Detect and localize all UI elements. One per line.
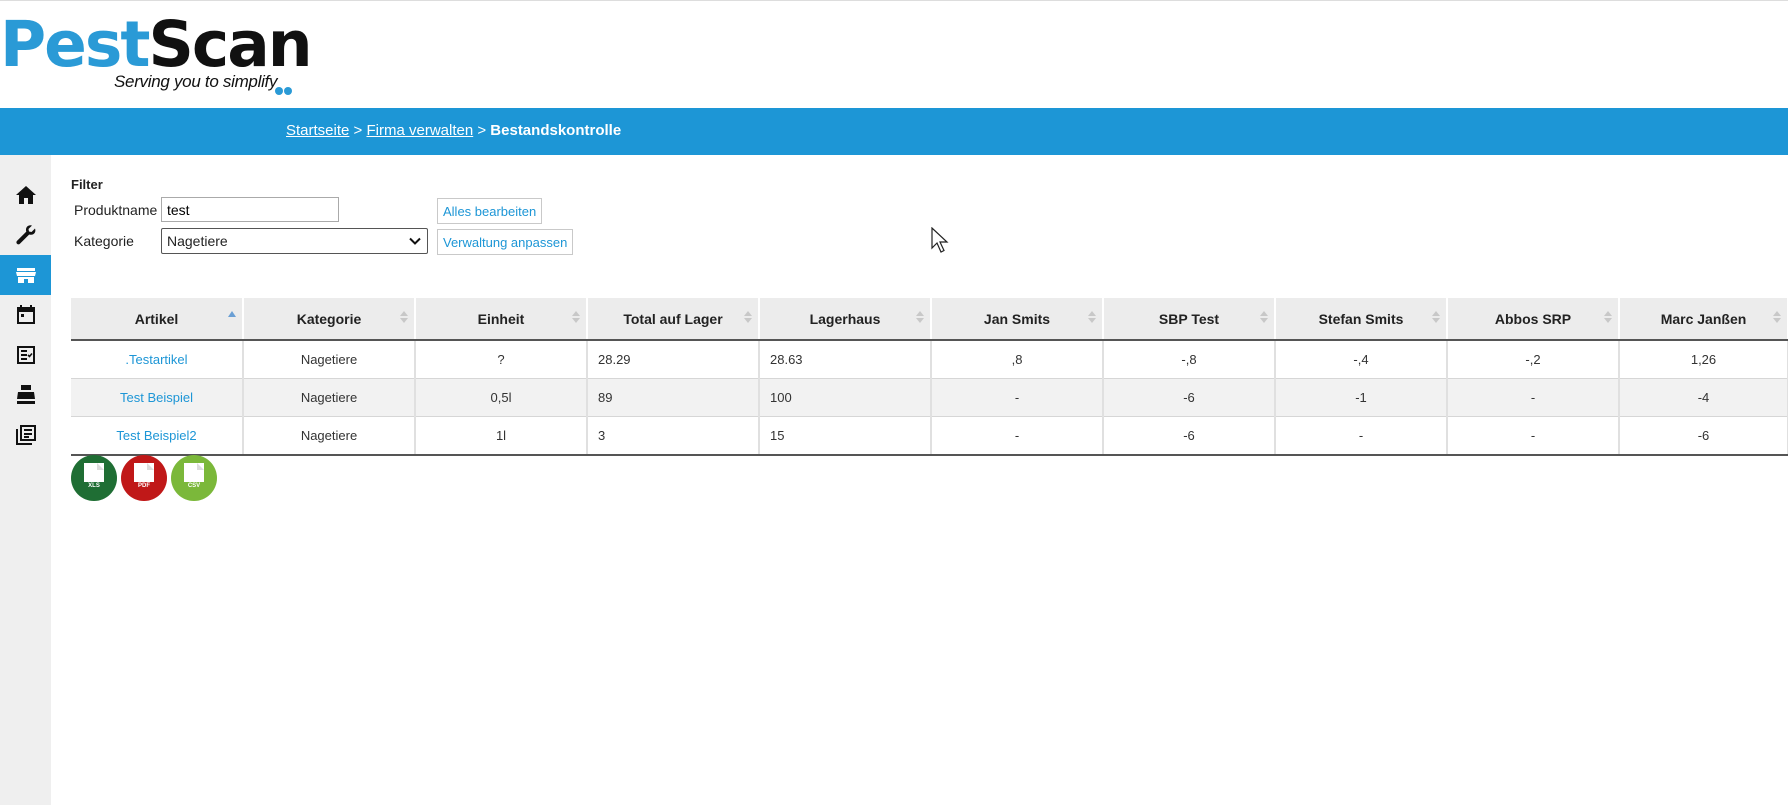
library-icon [15, 425, 36, 445]
cell-total: 89 [587, 378, 760, 417]
export-pdf-button[interactable]: PDF [121, 455, 167, 501]
cell-stock: -4 [1619, 378, 1788, 417]
logo-wordmark: PestScan [0, 8, 313, 81]
sort-icon [1260, 311, 1268, 323]
col-header-marc-janssen[interactable]: Marc Janßen [1619, 298, 1788, 341]
inventory-table: Artikel Kategorie Einheit Total auf Lage… [71, 298, 1788, 456]
cell-kategorie: Nagetiere [243, 340, 416, 379]
cell-artikel[interactable]: Test Beispiel [71, 378, 244, 417]
cell-stock: -,8 [1103, 340, 1276, 379]
pestscan-logo: PestScan Serving you to simplify [0, 9, 313, 95]
cash-register-icon [16, 385, 35, 404]
sort-icon [1432, 311, 1440, 323]
cell-stock: - [931, 378, 1104, 417]
sort-icon [916, 311, 924, 323]
adjust-management-button[interactable]: Verwaltung anpassen [437, 229, 574, 255]
col-header-total[interactable]: Total auf Lager [587, 298, 760, 341]
article-link[interactable]: .Testartikel [125, 352, 187, 367]
cell-lagerhaus: 100 [759, 378, 932, 417]
table-row: .Testartikel Nagetiere ? 28.29 28.63 ,8 … [71, 340, 1788, 379]
category-select[interactable]: Nagetiere [161, 228, 428, 254]
article-link[interactable]: Test Beispiel [120, 390, 193, 405]
cell-lagerhaus: 28.63 [759, 340, 932, 379]
cell-stock: -,4 [1275, 340, 1448, 379]
cell-kategorie: Nagetiere [243, 378, 416, 417]
sort-icon [744, 311, 752, 323]
checklist-icon [16, 346, 35, 364]
breadcrumb-home-link[interactable]: Startseite [286, 122, 349, 139]
breadcrumb-company-link[interactable]: Firma verwalten [366, 122, 473, 139]
filter-title: Filter [71, 177, 103, 192]
export-csv-button[interactable]: CSV [171, 455, 217, 501]
chevron-down-icon [409, 237, 421, 245]
article-link[interactable]: Test Beispiel2 [116, 428, 196, 443]
col-header-kategorie[interactable]: Kategorie [243, 298, 416, 341]
cell-stock: -1 [1275, 378, 1448, 417]
table-row: Test Beispiel2 Nagetiere 1l 3 15 - -6 - … [71, 416, 1788, 456]
product-name-input[interactable] [161, 197, 339, 222]
col-header-sbp-test[interactable]: SBP Test [1103, 298, 1276, 341]
sidebar [0, 155, 51, 805]
breadcrumb: Startseite > Firma verwalten > Bestandsk… [286, 122, 622, 139]
cell-stock: - [1447, 416, 1620, 456]
sort-asc-icon [228, 311, 236, 323]
cell-stock: - [1275, 416, 1448, 456]
sort-icon [1773, 311, 1781, 323]
col-header-artikel[interactable]: Artikel [71, 298, 244, 341]
col-header-stefan-smits[interactable]: Stefan Smits [1275, 298, 1448, 341]
cell-einheit: 0,5l [415, 378, 588, 417]
sidebar-item-library[interactable] [0, 415, 51, 455]
cell-kategorie: Nagetiere [243, 416, 416, 456]
cell-total: 3 [587, 416, 760, 456]
category-selected-value: Nagetiere [167, 233, 228, 249]
cell-total: 28.29 [587, 340, 760, 379]
breadcrumb-bar: Startseite > Firma verwalten > Bestandsk… [0, 108, 1788, 155]
sidebar-item-inventory[interactable] [0, 255, 51, 295]
category-label: Kategorie [74, 233, 134, 249]
edit-all-button[interactable]: Alles bearbeiten [437, 198, 543, 224]
table-row: Test Beispiel Nagetiere 0,5l 89 100 - -6… [71, 378, 1788, 417]
sidebar-item-calendar[interactable] [0, 295, 51, 335]
sort-icon [572, 311, 580, 323]
cell-artikel[interactable]: Test Beispiel2 [71, 416, 244, 456]
sort-icon [1088, 311, 1096, 323]
home-icon [15, 186, 36, 204]
cell-stock: -,2 [1447, 340, 1620, 379]
col-header-lagerhaus[interactable]: Lagerhaus [759, 298, 932, 341]
wrench-icon [15, 225, 35, 245]
calendar-icon [16, 305, 35, 324]
mouse-cursor-icon [931, 227, 949, 253]
cell-stock: -6 [1619, 416, 1788, 456]
cell-stock: -6 [1103, 416, 1276, 456]
export-xls-button[interactable]: XLS [71, 455, 117, 501]
cell-stock: -6 [1103, 378, 1276, 417]
product-name-label: Produktname [74, 202, 158, 218]
sidebar-item-home[interactable] [0, 175, 51, 215]
sidebar-item-checklist[interactable] [0, 335, 51, 375]
col-header-jan-smits[interactable]: Jan Smits [931, 298, 1104, 341]
cell-einheit: ? [415, 340, 588, 379]
sort-icon [400, 311, 408, 323]
cell-lagerhaus: 15 [759, 416, 932, 456]
cell-stock: 1,26 [1619, 340, 1788, 379]
cell-einheit: 1l [415, 416, 588, 456]
sidebar-item-tools[interactable] [0, 215, 51, 255]
cell-stock: - [931, 416, 1104, 456]
table-header-row: Artikel Kategorie Einheit Total auf Lage… [71, 298, 1788, 341]
breadcrumb-current: Bestandskontrolle [490, 122, 622, 139]
cell-artikel[interactable]: .Testartikel [71, 340, 244, 379]
sidebar-item-register[interactable] [0, 375, 51, 415]
col-header-abbos-srp[interactable]: Abbos SRP [1447, 298, 1620, 341]
cell-stock: - [1447, 378, 1620, 417]
logo-tagline: Serving you to simplify [114, 72, 278, 91]
sort-icon [1604, 311, 1612, 323]
col-header-einheit[interactable]: Einheit [415, 298, 588, 341]
cell-stock: ,8 [931, 340, 1104, 379]
logo-mark-icon [275, 82, 294, 95]
store-icon [15, 268, 36, 283]
